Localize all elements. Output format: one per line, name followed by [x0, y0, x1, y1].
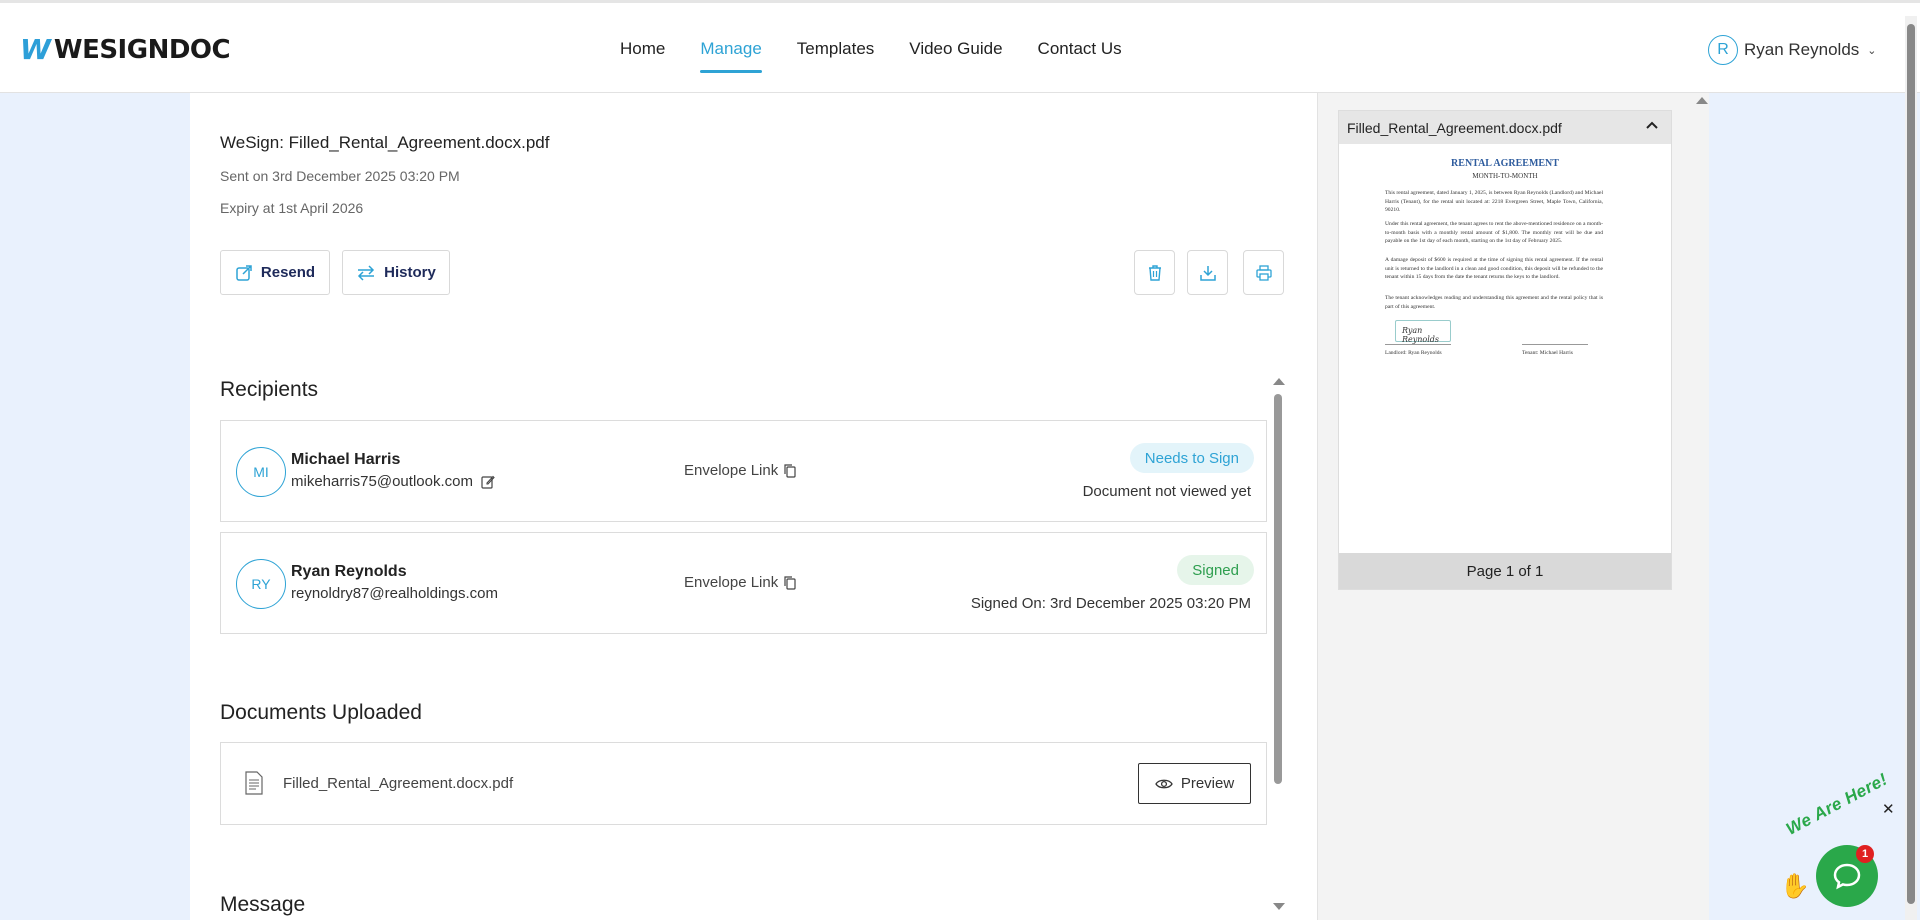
status-badge: Needs to Sign	[1129, 443, 1254, 473]
history-button[interactable]: History	[342, 250, 450, 295]
nav-manage[interactable]: Manage	[700, 39, 763, 73]
doc-paragraph: A damage deposit of $600 is required at …	[1385, 257, 1603, 281]
history-label: History	[384, 264, 436, 281]
document-card: Filled_Rental_Agreement.docx.pdf Preview	[220, 742, 1267, 825]
eye-icon	[1155, 779, 1173, 788]
document-icon	[245, 771, 263, 795]
edit-icon[interactable]	[481, 475, 495, 489]
recipient-card: RY Ryan Reynolds reynoldry87@realholding…	[220, 532, 1267, 634]
preview-label: Preview	[1180, 775, 1235, 792]
preview-header[interactable]: Filled_Rental_Agreement.docx.pdf	[1339, 111, 1671, 144]
signature-image: Ryan Reynolds	[1395, 320, 1451, 344]
swap-icon	[358, 264, 375, 281]
page-scrollbar[interactable]	[1905, 16, 1917, 920]
resend-icon	[236, 264, 252, 281]
notification-badge: 1	[1856, 845, 1874, 863]
recipient-status: Signed On: 3rd December 2025 03:20 PM	[970, 595, 1251, 612]
preview-page[interactable]: RENTAL AGREEMENT MONTH-TO-MONTH This ren…	[1339, 144, 1671, 549]
nav-templates[interactable]: Templates	[797, 39, 874, 73]
document-thumbnail: RENTAL AGREEMENT MONTH-TO-MONTH This ren…	[1339, 144, 1671, 549]
envelope-detail-panel: WeSign: Filled_Rental_Agreement.docx.pdf…	[190, 93, 1317, 920]
brand-name: WESIGNDOC	[53, 34, 231, 65]
recipient-card: MI Michael Harris mikeharris75@outlook.c…	[220, 420, 1267, 522]
scroll-up-arrow-icon[interactable]	[1273, 378, 1285, 385]
envelope-link-label: Envelope Link	[684, 574, 779, 591]
doc-paragraph: This rental agreement, dated January 1, …	[1385, 190, 1603, 214]
recipient-status: Document not viewed yet	[1082, 483, 1251, 500]
doc-subtitle: MONTH-TO-MONTH	[1472, 172, 1538, 180]
status-badge: Signed	[1177, 555, 1254, 585]
copy-icon[interactable]	[784, 575, 796, 590]
chevron-down-icon: ⌄	[1867, 44, 1877, 57]
printer-icon	[1255, 264, 1272, 281]
recipient-email-row: reynoldry87@realholdings.com	[291, 585, 498, 602]
brand-mark: W	[20, 33, 51, 66]
chat-bubble-icon	[1833, 863, 1861, 890]
copy-icon[interactable]	[784, 463, 796, 478]
scrollbar-thumb[interactable]	[1274, 394, 1282, 784]
brand-logo[interactable]: W WESIGNDOC	[20, 33, 231, 66]
envelope-link[interactable]: Envelope Link	[684, 574, 796, 591]
nav-contact-us[interactable]: Contact Us	[1038, 39, 1122, 73]
preview-button[interactable]: Preview	[1138, 763, 1251, 804]
envelope-title: WeSign: Filled_Rental_Agreement.docx.pdf	[220, 133, 550, 152]
trash-icon	[1148, 264, 1161, 281]
page-indicator: Page 1 of 1	[1339, 553, 1671, 589]
page-scrollbar-thumb[interactable]	[1907, 24, 1915, 904]
preview-card: Filled_Rental_Agreement.docx.pdf RENTAL …	[1338, 110, 1672, 590]
document-file-name: Filled_Rental_Agreement.docx.pdf	[283, 775, 514, 792]
tenant-label: Tenant: Michael Harris	[1522, 350, 1573, 356]
user-avatar: R	[1708, 35, 1738, 65]
message-heading: Message	[220, 893, 306, 916]
resend-label: Resend	[260, 264, 316, 281]
user-name: Ryan Reynolds	[1744, 40, 1860, 59]
nav-video-guide[interactable]: Video Guide	[909, 39, 1002, 73]
top-header: W WESIGNDOC Home Manage Templates Video …	[0, 0, 1920, 93]
recipients-heading: Recipients	[220, 378, 319, 401]
envelope-link-label: Envelope Link	[684, 462, 779, 479]
signature-line	[1522, 344, 1588, 345]
landlord-label: Landlord: Ryan Reynolds	[1385, 350, 1442, 356]
content-scrollbar[interactable]	[1271, 378, 1285, 920]
doc-paragraph: Under this rental agreement, the tenant …	[1385, 221, 1603, 245]
envelope-link[interactable]: Envelope Link	[684, 462, 796, 479]
recipient-email: mikeharris75@outlook.com	[291, 473, 473, 490]
scroll-down-arrow-icon[interactable]	[1273, 903, 1285, 910]
document-preview-panel: Filled_Rental_Agreement.docx.pdf RENTAL …	[1317, 93, 1709, 920]
close-icon[interactable]: ✕	[1882, 800, 1895, 818]
recipient-name: Michael Harris	[291, 451, 401, 468]
main-nav: Home Manage Templates Video Guide Contac…	[620, 39, 1157, 73]
download-button[interactable]	[1187, 250, 1228, 295]
scroll-up-arrow-icon[interactable]	[1696, 97, 1708, 104]
delete-button[interactable]	[1134, 250, 1175, 295]
doc-title: RENTAL AGREEMENT	[1451, 158, 1559, 169]
signature-line	[1385, 344, 1451, 345]
sent-date: Sent on 3rd December 2025 03:20 PM	[220, 168, 460, 184]
doc-paragraph: The tenant acknowledges reading and unde…	[1385, 295, 1603, 310]
chat-tagline: We Are Here!	[1783, 769, 1891, 839]
recipient-avatar: RY	[236, 559, 286, 609]
recipient-name: Ryan Reynolds	[291, 563, 407, 580]
documents-heading: Documents Uploaded	[220, 701, 422, 724]
download-icon	[1199, 265, 1216, 281]
recipient-email-row: mikeharris75@outlook.com	[291, 473, 495, 490]
recipient-avatar: MI	[236, 447, 286, 497]
resend-button[interactable]: Resend	[220, 250, 330, 295]
preview-file-name: Filled_Rental_Agreement.docx.pdf	[1347, 119, 1562, 136]
user-menu[interactable]: R Ryan Reynolds ⌄	[1708, 35, 1877, 65]
chevron-up-icon[interactable]	[1645, 119, 1659, 133]
recipient-email: reynoldry87@realholdings.com	[291, 585, 498, 602]
print-button[interactable]	[1243, 250, 1284, 295]
expiry-date: Expiry at 1st April 2026	[220, 200, 364, 216]
nav-home[interactable]: Home	[620, 39, 665, 73]
signature-text: Ryan Reynolds	[1402, 326, 1440, 344]
waving-hand-icon: ✋	[1780, 873, 1810, 900]
